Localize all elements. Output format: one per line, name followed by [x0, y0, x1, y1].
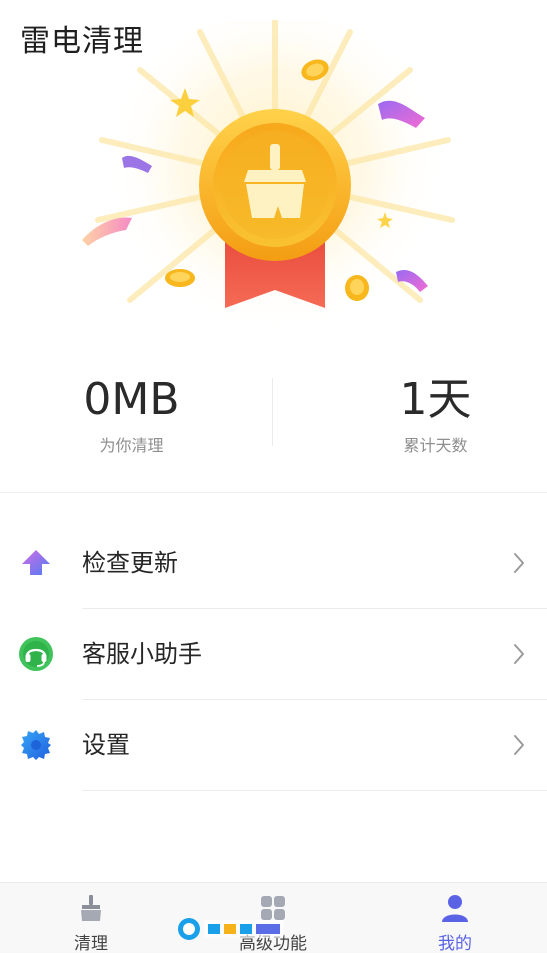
headset-icon	[18, 636, 54, 672]
upload-arrow-icon	[18, 545, 54, 581]
menu-label-customer-service: 客服小助手	[82, 640, 202, 668]
tab-label-mine: 我的	[438, 934, 472, 954]
settings-menu: 检查更新 客服小助手 设置	[0, 518, 547, 791]
chevron-right-icon	[511, 641, 527, 667]
site-watermark-logo	[176, 914, 288, 944]
days-value: 1天	[399, 374, 472, 425]
menu-item-settings[interactable]: 设置	[0, 700, 547, 791]
days-label: 累计天数	[403, 436, 468, 455]
chevron-right-icon	[511, 732, 527, 758]
section-divider	[0, 492, 547, 493]
achievement-medal-illustration	[60, 20, 490, 360]
menu-separator	[82, 790, 547, 791]
menu-label-settings: 设置	[82, 731, 130, 759]
days-stat: 1天 累计天数	[274, 370, 547, 456]
tab-label-clean: 清理	[74, 934, 108, 954]
menu-item-customer-service[interactable]: 客服小助手	[0, 609, 547, 700]
stats-divider	[272, 378, 273, 446]
chevron-right-icon	[511, 550, 527, 576]
menu-item-check-update[interactable]: 检查更新	[0, 518, 547, 609]
tab-mine[interactable]: 我的	[364, 883, 546, 954]
gear-icon	[18, 727, 54, 763]
user-icon	[440, 893, 470, 923]
cleaned-stat: 0MB 为你清理	[0, 370, 273, 456]
tab-clean[interactable]: 清理	[0, 883, 182, 954]
stats-panel: 0MB 为你清理 1天 累计天数	[0, 370, 547, 470]
broom-icon	[76, 893, 106, 923]
cleaned-value: 0MB	[83, 374, 180, 425]
cleaned-label: 为你清理	[99, 436, 164, 455]
menu-label-check-update: 检查更新	[82, 549, 178, 577]
